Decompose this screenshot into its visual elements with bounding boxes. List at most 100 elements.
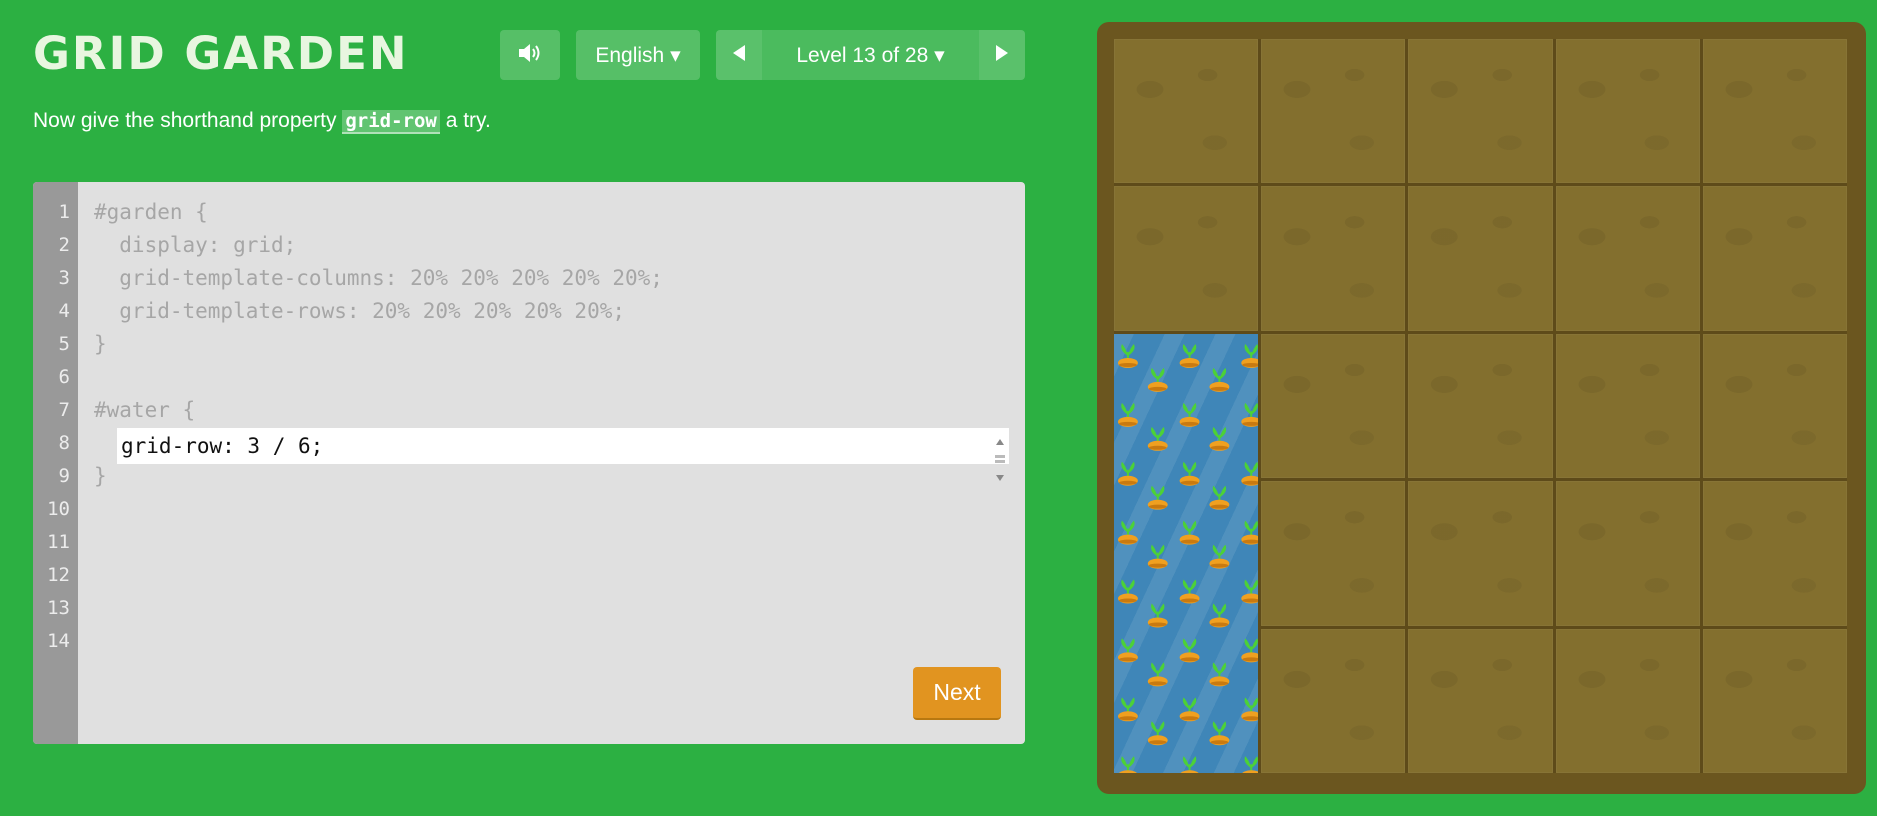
- chevron-down-icon: [996, 468, 1004, 486]
- carrot-icon: [1241, 343, 1259, 368]
- line-number: 12: [47, 564, 70, 586]
- carrot-icon: [1242, 756, 1259, 773]
- line-number: 7: [58, 399, 70, 421]
- carrot-icon: [1147, 544, 1168, 569]
- level-navigation: Level 13 of 28 ▾: [716, 30, 1025, 80]
- code-line: grid-template-rows: 20% 20% 20% 20% 20%;: [94, 299, 626, 323]
- carrot-icon: [1241, 520, 1259, 545]
- carrot-icon: [1209, 662, 1230, 687]
- soil-tile: [1555, 481, 1700, 626]
- carrot-icon: [1209, 721, 1230, 746]
- garden-grid: [1114, 39, 1847, 773]
- sound-toggle-button[interactable]: [500, 30, 560, 80]
- line-number: 10: [47, 498, 70, 520]
- css-editor: 1 2 3 4 5 6 7 8 9 10 11 12 13 14 #garden…: [33, 182, 1025, 744]
- soil-tile: [1408, 628, 1553, 773]
- soil-tile: [1261, 186, 1406, 331]
- carrot-icon: [1209, 544, 1230, 569]
- soil-tile: [1261, 333, 1406, 479]
- carrot-icon: [1241, 697, 1259, 722]
- carrot-icon: [1147, 603, 1168, 628]
- line-number: 6: [58, 366, 70, 388]
- carrot-icon: [1147, 662, 1168, 687]
- instructions-text-start: Now give the shorthand property: [33, 109, 343, 132]
- soil-tile: [1261, 628, 1406, 773]
- soil-tile: [1555, 186, 1700, 331]
- carrot-icon: [1179, 343, 1200, 368]
- carrot-icon: [1179, 520, 1200, 545]
- css-answer-input[interactable]: [117, 428, 1009, 464]
- water-carrot-area: [1114, 333, 1259, 773]
- line-number-gutter: 1 2 3 4 5 6 7 8 9 10 11 12 13 14: [33, 182, 78, 744]
- carrot-icon: [1147, 426, 1168, 451]
- instructions: Now give the shorthand property grid-row…: [33, 106, 491, 136]
- carrot-icon: [1117, 520, 1138, 545]
- soil-tile: [1555, 628, 1700, 773]
- carrot-icon: [1117, 461, 1138, 486]
- soil-tile: [1408, 333, 1553, 479]
- carrot-icon: [1241, 638, 1259, 663]
- code-line: #water {: [94, 398, 196, 422]
- carrot-pattern: [1117, 343, 1259, 773]
- carrot-icon: [1209, 426, 1230, 451]
- carrot-icon: [1241, 579, 1259, 604]
- carrot-icon: [1117, 638, 1138, 663]
- grip-icon: [995, 450, 1005, 468]
- code-line: }: [94, 332, 107, 356]
- next-level-button[interactable]: [979, 30, 1025, 80]
- soil-tile: [1702, 628, 1847, 773]
- soil-tile: [1555, 39, 1700, 184]
- code-line: display: grid;: [94, 233, 297, 257]
- soil-tile: [1702, 186, 1847, 331]
- garden-board: [1097, 22, 1866, 794]
- soil-tile: [1408, 39, 1553, 184]
- carrot-icon: [1209, 367, 1230, 392]
- level-indicator[interactable]: Level 13 of 28 ▾: [762, 30, 979, 80]
- soil-tile: [1702, 481, 1847, 626]
- carrot-icon: [1179, 579, 1200, 604]
- carrot-icon: [1117, 697, 1138, 722]
- input-resize-handle[interactable]: [995, 432, 1005, 481]
- soil-tile: [1114, 39, 1259, 184]
- line-number: 9: [58, 465, 70, 487]
- speaker-icon: [517, 42, 543, 69]
- line-number: 13: [47, 597, 70, 619]
- carrot-icon: [1117, 402, 1138, 427]
- previous-level-button[interactable]: [716, 30, 762, 80]
- soil-tile: [1555, 333, 1700, 479]
- line-number: 4: [58, 300, 70, 322]
- triangle-right-icon: [994, 44, 1010, 67]
- soil-tile: [1114, 186, 1259, 331]
- carrot-icon: [1241, 402, 1259, 427]
- carrot-icon: [1117, 343, 1138, 368]
- soil-tile: [1408, 481, 1553, 626]
- line-number: 14: [47, 630, 70, 652]
- chevron-up-icon: [996, 432, 1004, 450]
- carrot-icon: [1147, 721, 1168, 746]
- line-number: 11: [47, 531, 70, 553]
- carrot-icon: [1147, 367, 1168, 392]
- carrot-icon: [1179, 697, 1200, 722]
- carrot-icon: [1179, 638, 1200, 663]
- soil-tile: [1702, 39, 1847, 184]
- app-title: GRID GARDEN: [33, 27, 409, 80]
- instructions-text-end: a try.: [439, 109, 491, 132]
- language-select[interactable]: English ▾: [576, 30, 700, 80]
- soil-tile: [1261, 481, 1406, 626]
- line-number: 5: [58, 333, 70, 355]
- carrot-icon: [1209, 603, 1230, 628]
- carrot-icon: [1241, 461, 1259, 486]
- code-line: grid-template-columns: 20% 20% 20% 20% 2…: [94, 266, 663, 290]
- carrot-icon: [1147, 485, 1168, 510]
- property-code: grid-row: [342, 110, 440, 134]
- soil-tile: [1261, 39, 1406, 184]
- next-button[interactable]: Next: [913, 667, 1001, 720]
- carrot-icon: [1180, 756, 1199, 773]
- carrot-icon: [1179, 461, 1200, 486]
- line-number: 8: [58, 432, 70, 454]
- soil-tile: [1702, 333, 1847, 479]
- line-number: 1: [58, 201, 70, 223]
- carrot-icon: [1209, 485, 1230, 510]
- carrot-icon: [1117, 579, 1138, 604]
- soil-tile: [1408, 186, 1553, 331]
